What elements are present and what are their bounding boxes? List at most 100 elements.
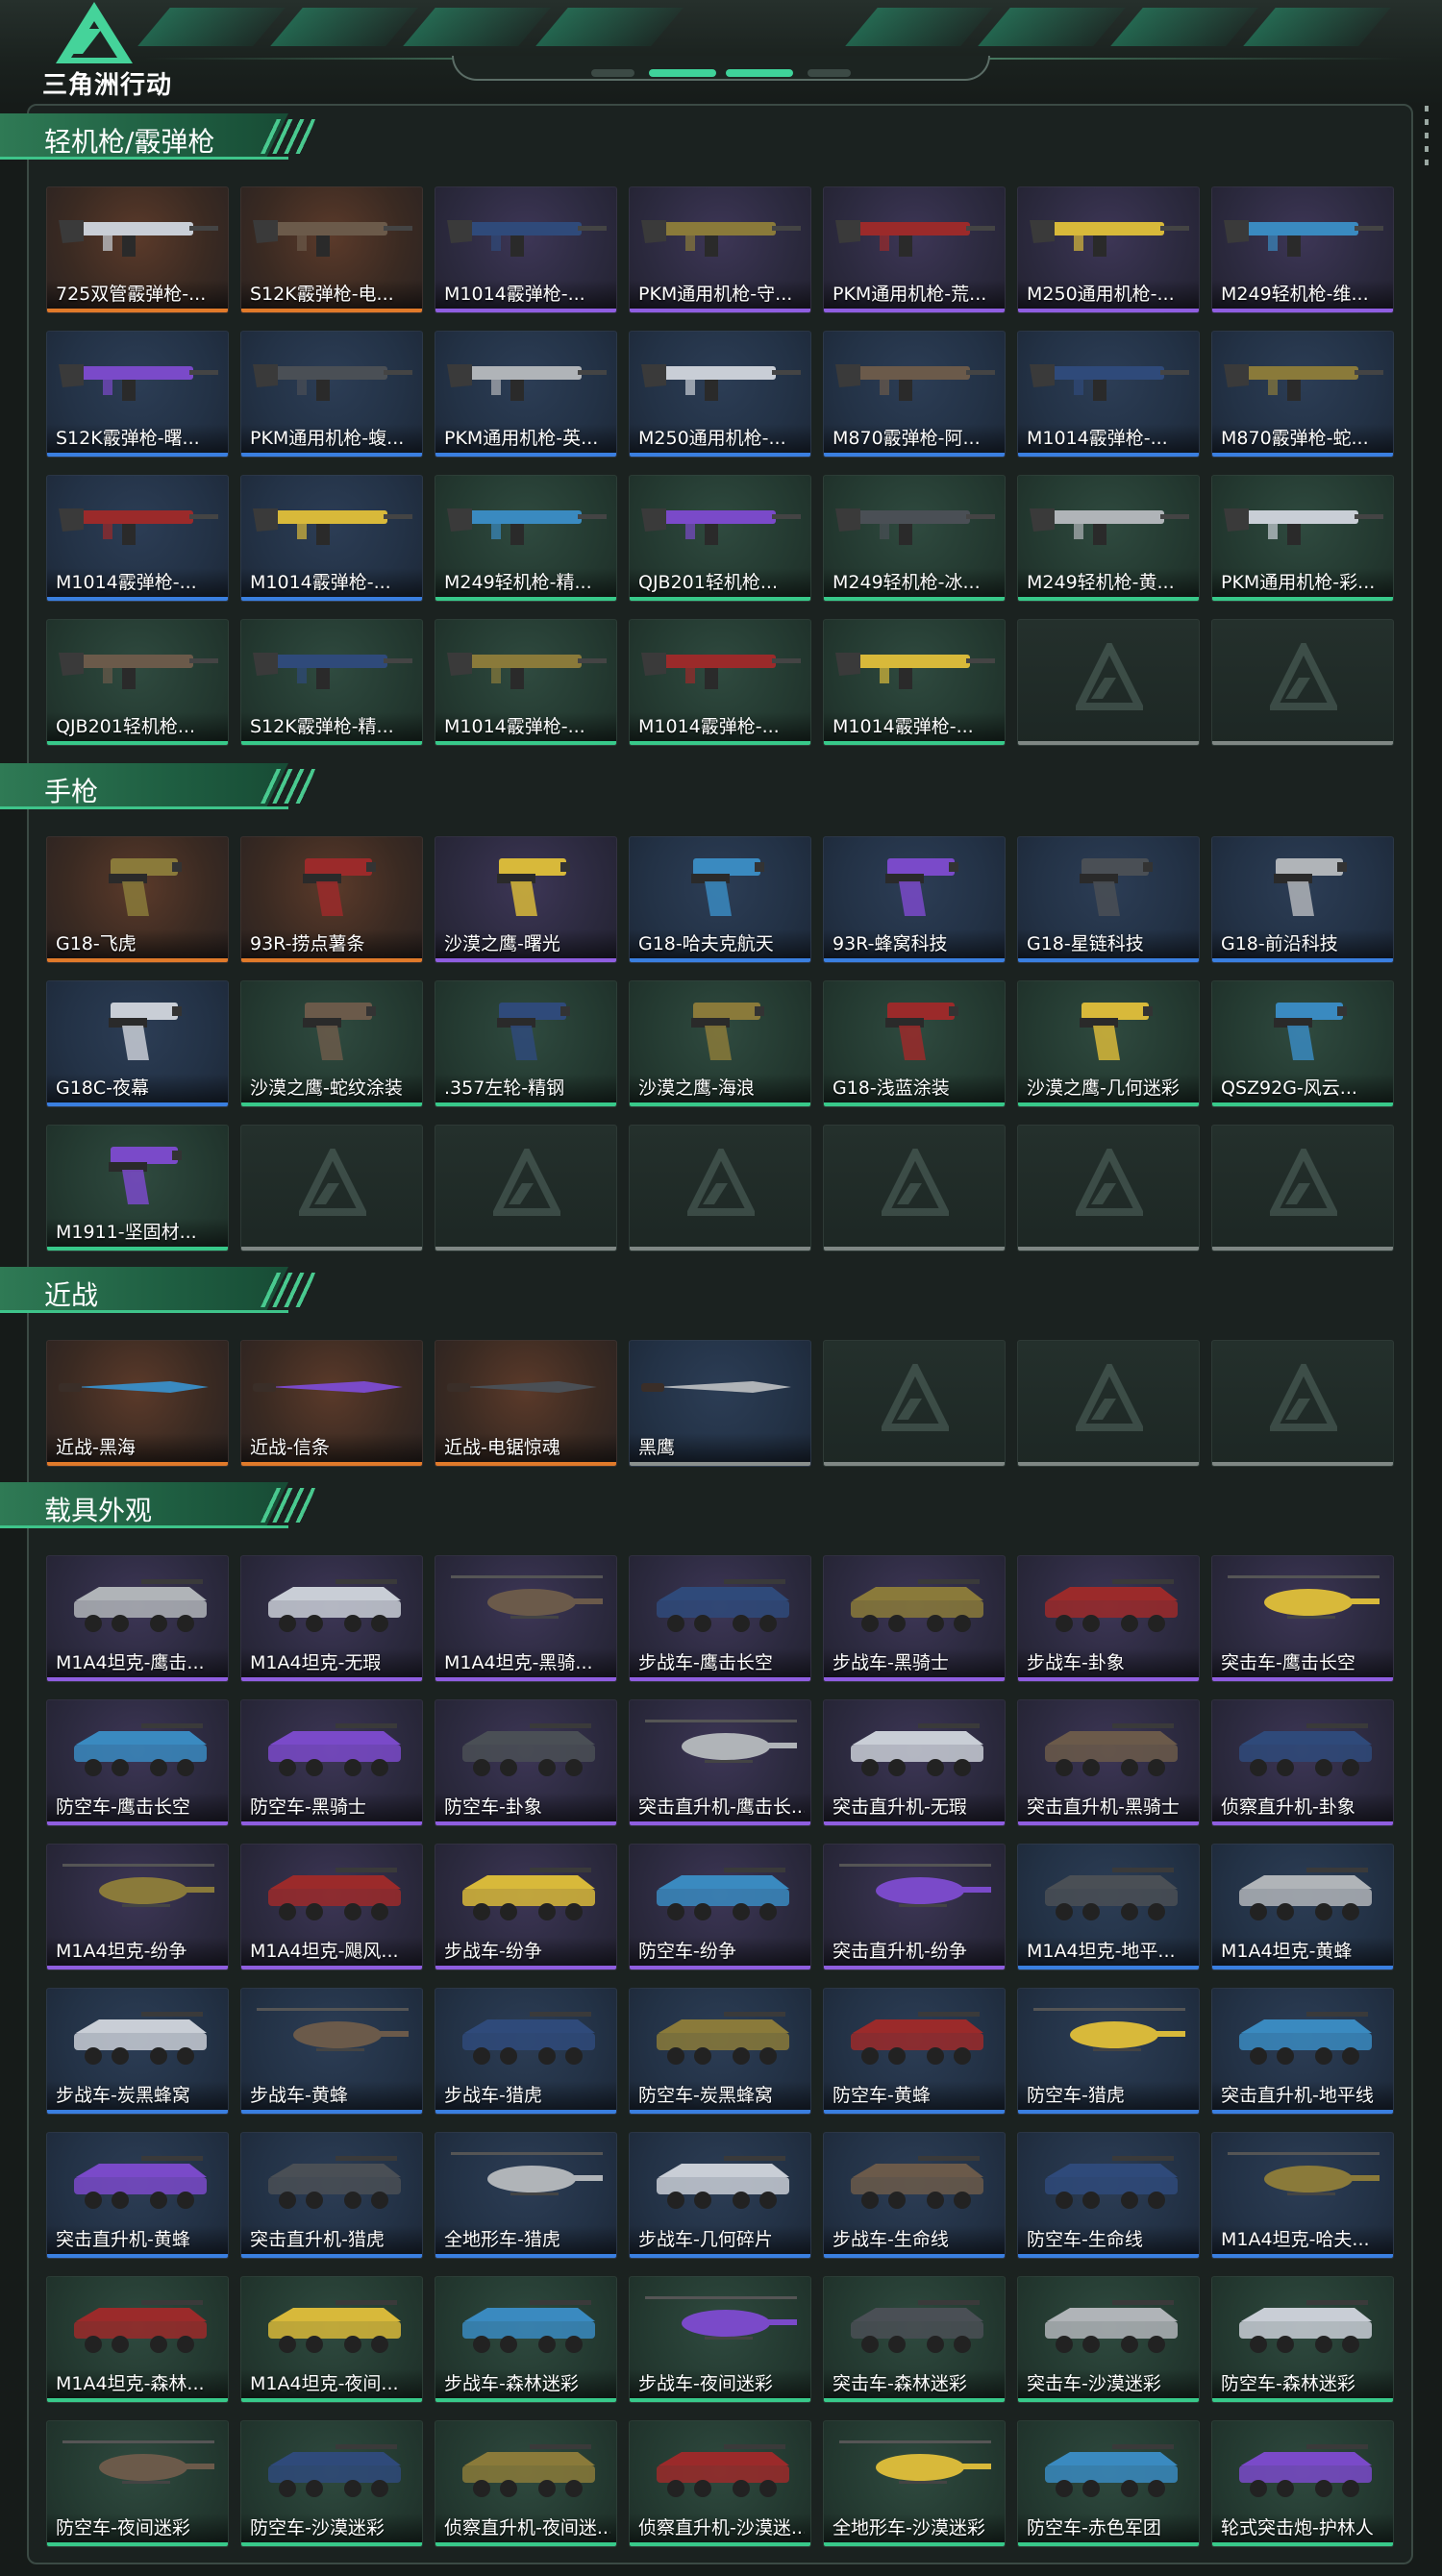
skin-card[interactable]: 防空车-黑骑士 [240, 1699, 423, 1826]
skin-card[interactable]: M250通用机枪-... [1017, 186, 1200, 313]
skin-card[interactable]: G18-飞虎 [46, 836, 229, 963]
skin-name: M1A4坦克-黑骑... [444, 1652, 593, 1673]
skin-card[interactable]: 步战车-生命线 [823, 2132, 1006, 2259]
skin-card[interactable]: M1014霰弹枪-... [1017, 331, 1200, 458]
skin-card[interactable]: M249轻机枪-维... [1211, 186, 1394, 313]
skin-card[interactable]: 步战车-卦象 [1017, 1555, 1200, 1682]
skin-card[interactable]: 防空车-生命线 [1017, 2132, 1200, 2259]
skin-card[interactable]: G18-哈夫克航天 [629, 836, 811, 963]
skin-card[interactable]: 防空车-纷争 [629, 1844, 811, 1970]
skin-card[interactable]: M249轻机枪-精... [435, 475, 617, 602]
skin-card[interactable]: 步战车-纷争 [435, 1844, 617, 1970]
skin-card[interactable]: M1A4坦克-黄蜂 [1211, 1844, 1394, 1970]
skin-card[interactable]: M250通用机枪-... [629, 331, 811, 458]
skin-card[interactable]: 沙漠之鹰-海浪 [629, 980, 811, 1107]
skin-card[interactable]: 步战车-黄蜂 [240, 1988, 423, 2115]
skin-card[interactable]: M870霰弹枪-阿... [823, 331, 1006, 458]
skin-card[interactable]: 防空车-沙漠迷彩 [240, 2420, 423, 2547]
skin-card[interactable]: 近战-信条 [240, 1340, 423, 1467]
skin-card[interactable]: M1014霰弹枪-... [435, 186, 617, 313]
skin-card[interactable]: 防空车-炭黑蜂窝 [629, 1988, 811, 2115]
skin-card[interactable]: M1A4坦克-地平... [1017, 1844, 1200, 1970]
skin-card[interactable]: M870霰弹枪-蛇... [1211, 331, 1394, 458]
skin-card[interactable]: 步战车-森林迷彩 [435, 2276, 617, 2403]
skin-card[interactable]: 步战车-鹰击长空 [629, 1555, 811, 1682]
skin-card[interactable]: 防空车-森林迷彩 [1211, 2276, 1394, 2403]
skin-card[interactable]: 防空车-夜间迷彩 [46, 2420, 229, 2547]
skin-card[interactable]: 突击车-鹰击长空 [1211, 1555, 1394, 1682]
skin-card[interactable]: M1A4坦克-森林... [46, 2276, 229, 2403]
skin-card[interactable]: 突击直升机-鹰击长... [629, 1699, 811, 1826]
skin-card[interactable]: 突击直升机-猎虎 [240, 2132, 423, 2259]
skin-card[interactable]: 防空车-黄蜂 [823, 1988, 1006, 2115]
skin-card[interactable]: 防空车-卦象 [435, 1699, 617, 1826]
skin-card[interactable]: S12K霰弹枪-电... [240, 186, 423, 313]
skin-card[interactable]: M1A4坦克-哈夫... [1211, 2132, 1394, 2259]
skin-card[interactable]: 突击直升机-纷争 [823, 1844, 1006, 1970]
skin-card[interactable]: M1A4坦克-鹰击... [46, 1555, 229, 1682]
skin-card[interactable]: M1A4坦克-无瑕 [240, 1555, 423, 1682]
skin-card[interactable]: 黑鹰 [629, 1340, 811, 1467]
skin-card[interactable]: PKM通用机枪-英... [435, 331, 617, 458]
skin-card[interactable]: 步战车-黑骑士 [823, 1555, 1006, 1682]
skin-card[interactable]: M1A4坦克-纷争 [46, 1844, 229, 1970]
skin-card[interactable]: M1A4坦克-黑骑... [435, 1555, 617, 1682]
skin-card[interactable]: 步战车-夜间迷彩 [629, 2276, 811, 2403]
skin-card[interactable]: 防空车-赤色军团 [1017, 2420, 1200, 2547]
skin-card[interactable]: PKM通用机枪-蝮... [240, 331, 423, 458]
skin-card[interactable]: M1911-坚固材... [46, 1125, 229, 1251]
skin-card[interactable]: M1A4坦克-夜间... [240, 2276, 423, 2403]
skin-card[interactable]: 步战车-炭黑蜂窝 [46, 1988, 229, 2115]
skin-card[interactable]: G18-浅蓝涂装 [823, 980, 1006, 1107]
skin-card[interactable]: M249轻机枪-冰... [823, 475, 1006, 602]
rarity-bar [824, 453, 1005, 457]
skin-card[interactable]: PKM通用机枪-守... [629, 186, 811, 313]
skin-card[interactable]: 步战车-猎虎 [435, 1988, 617, 2115]
skin-card[interactable]: M249轻机枪-黄... [1017, 475, 1200, 602]
skin-card[interactable]: M1014霰弹枪-... [240, 475, 423, 602]
skin-card[interactable]: 突击车-沙漠迷彩 [1017, 2276, 1200, 2403]
skin-card[interactable]: 侦察直升机-卦象 [1211, 1699, 1394, 1826]
skin-card[interactable]: G18-星链科技 [1017, 836, 1200, 963]
skin-card[interactable]: 突击直升机-无瑕 [823, 1699, 1006, 1826]
skin-card[interactable]: 防空车-猎虎 [1017, 1988, 1200, 2115]
rarity-bar [1018, 1821, 1199, 1825]
skin-card[interactable]: M1014霰弹枪-... [435, 619, 617, 746]
skin-card[interactable]: 近战-黑海 [46, 1340, 229, 1467]
skin-card[interactable]: G18C-夜幕 [46, 980, 229, 1107]
skin-card[interactable]: PKM通用机枪-彩... [1211, 475, 1394, 602]
skin-card[interactable]: 防空车-鹰击长空 [46, 1699, 229, 1826]
skin-card[interactable]: 步战车-几何碎片 [629, 2132, 811, 2259]
skin-card[interactable]: M1014霰弹枪-... [46, 475, 229, 602]
skin-card[interactable]: 全地形车-沙漠迷彩 [823, 2420, 1006, 2547]
skin-card[interactable]: M1A4坦克-飓风... [240, 1844, 423, 1970]
skin-card[interactable]: 沙漠之鹰-蛇纹涂装 [240, 980, 423, 1107]
skin-card[interactable]: 近战-电锯惊魂 [435, 1340, 617, 1467]
skin-card[interactable]: G18-前沿科技 [1211, 836, 1394, 963]
skin-card[interactable]: 沙漠之鹰-几何迷彩 [1017, 980, 1200, 1107]
skin-card[interactable]: 突击直升机-黑骑士 [1017, 1699, 1200, 1826]
skin-card[interactable]: QSZ92G-风云... [1211, 980, 1394, 1107]
skin-card[interactable]: .357左轮-精钢 [435, 980, 617, 1107]
skin-card[interactable]: 侦察直升机-沙漠迷... [629, 2420, 811, 2547]
skin-card[interactable]: 轮式突击炮-护林人 [1211, 2420, 1394, 2547]
rarity-bar [824, 958, 1005, 962]
skin-card[interactable]: 93R-捞点薯条 [240, 836, 423, 963]
skin-card[interactable]: 突击车-森林迷彩 [823, 2276, 1006, 2403]
skin-card[interactable]: S12K霰弹枪-精... [240, 619, 423, 746]
skin-card[interactable]: M1014霰弹枪-... [823, 619, 1006, 746]
skin-card[interactable]: QJB201轻机枪... [629, 475, 811, 602]
skin-card[interactable]: 突击直升机-地平线 [1211, 1988, 1394, 2115]
skin-card[interactable]: M1014霰弹枪-... [629, 619, 811, 746]
scrollbar-handle[interactable] [1425, 106, 1429, 167]
skin-card[interactable]: 突击直升机-黄蜂 [46, 2132, 229, 2259]
skin-card[interactable]: 725双管霰弹枪-... [46, 186, 229, 313]
skin-card[interactable]: 全地形车-猎虎 [435, 2132, 617, 2259]
skin-card[interactable]: QJB201轻机枪... [46, 619, 229, 746]
skin-name: M1014霰弹枪-... [833, 716, 974, 737]
skin-card[interactable]: 沙漠之鹰-曙光 [435, 836, 617, 963]
skin-card[interactable]: PKM通用机枪-荒... [823, 186, 1006, 313]
skin-card[interactable]: 侦察直升机-夜间迷... [435, 2420, 617, 2547]
skin-card[interactable]: S12K霰弹枪-曙... [46, 331, 229, 458]
skin-card[interactable]: 93R-蜂窝科技 [823, 836, 1006, 963]
